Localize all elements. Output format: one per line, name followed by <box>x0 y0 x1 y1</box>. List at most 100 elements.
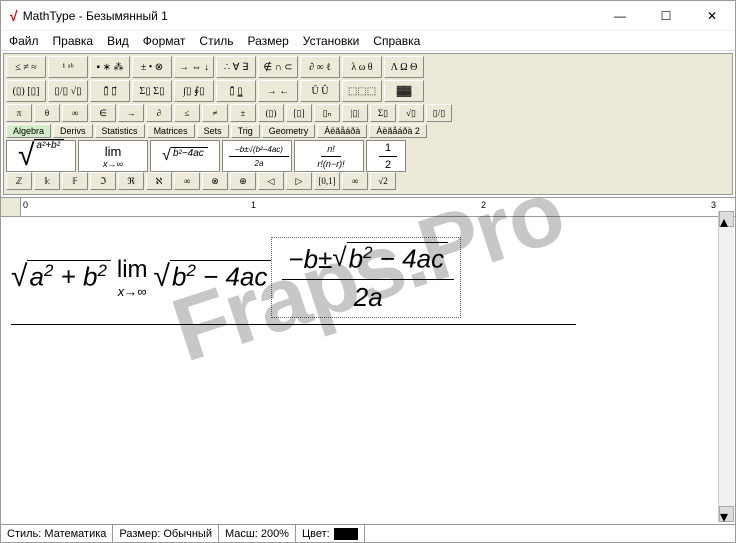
sym-otimes[interactable]: ⊗ <box>202 172 228 190</box>
quadratic-fraction-box[interactable]: −b ± √b2 − 4ac 2a <box>271 237 461 318</box>
template-half[interactable]: 12 <box>366 140 406 172</box>
menu-view[interactable]: Вид <box>107 34 129 48</box>
sym-inf2[interactable]: ∞ <box>174 172 200 190</box>
sym-element[interactable]: ∈ <box>90 104 116 122</box>
color-swatch[interactable] <box>334 528 358 540</box>
palette-embellish[interactable]: ▪ ∗ ⁂ <box>90 56 130 78</box>
sym-Im[interactable]: ℑ <box>90 172 116 190</box>
window-title: MathType - Безымянный 1 <box>23 9 597 23</box>
tab-trig[interactable]: Trig <box>231 124 260 138</box>
close-button[interactable]: ✕ <box>689 1 735 31</box>
tmpl-sqrt[interactable]: √▯ <box>398 104 424 122</box>
palette-logic[interactable]: ∴ ∀ ∃ <box>216 56 256 78</box>
vertical-scrollbar[interactable]: ▴ ▾ <box>718 211 734 522</box>
equation-editor[interactable]: √ a2 + b2 lim x→∞ √ b2 − 4ac −b ± √b2 − … <box>1 217 735 517</box>
palette-relations[interactable]: ≤ ≠ ≈ <box>6 56 46 78</box>
minimize-button[interactable]: — <box>597 1 643 31</box>
tmpl-brackets[interactable]: [▯] <box>286 104 312 122</box>
tmpl-abs[interactable]: |▯| <box>342 104 368 122</box>
tab-matrices[interactable]: Matrices <box>147 124 195 138</box>
template-pythagoras[interactable]: √a²+b² <box>6 140 76 172</box>
menu-size[interactable]: Размер <box>248 34 289 48</box>
menu-help[interactable]: Справка <box>373 34 420 48</box>
limit-expr[interactable]: lim x→∞ <box>117 256 148 299</box>
palette-set-theory[interactable]: ∉ ∩ ⊂ <box>258 56 298 78</box>
palette-misc[interactable]: ∂ ∞ ℓ <box>300 56 340 78</box>
sym-theta[interactable]: θ <box>34 104 60 122</box>
palette-boxes[interactable]: ▓▓ <box>384 80 424 102</box>
palette-greek-upper[interactable]: Λ Ω Θ <box>384 56 424 78</box>
quadratic-fraction[interactable]: −b ± √b2 − 4ac 2a <box>282 242 454 313</box>
template-limit[interactable]: limx→∞ <box>78 140 148 172</box>
tab-extra-2[interactable]: Àëãåáðà 2 <box>369 124 427 138</box>
sqrt-expr-1[interactable]: √ a2 + b2 <box>11 260 111 295</box>
template-combinations[interactable]: n!r!(n−r)! <box>294 140 364 172</box>
sym-inf3[interactable]: ∞ <box>342 172 368 190</box>
palette-subscripts[interactable]: ▯̄ ▯⃗ <box>90 80 130 102</box>
palette-fractions[interactable]: ▯/▯ √▯ <box>48 80 88 102</box>
sym-pi[interactable]: π <box>6 104 32 122</box>
palette-integrals[interactable]: ∫▯ ∮▯ <box>174 80 214 102</box>
sym-F[interactable]: 𝔽 <box>62 172 88 190</box>
ruler-horizontal[interactable]: 0 1 2 3 <box>21 198 735 216</box>
sym-partial[interactable]: ∂ <box>146 104 172 122</box>
status-color[interactable]: Цвет: <box>296 525 365 542</box>
sym-Re[interactable]: ℜ <box>118 172 144 190</box>
sym-pm[interactable]: ± <box>230 104 256 122</box>
tmpl-sub[interactable]: ▯ₙ <box>314 104 340 122</box>
tmpl-parens[interactable]: (▯) <box>258 104 284 122</box>
tmpl-sum[interactable]: Σ▯ <box>370 104 396 122</box>
sym-Z[interactable]: ℤ <box>6 172 32 190</box>
menu-style[interactable]: Стиль <box>199 34 233 48</box>
sym-sqrt2[interactable]: √2 <box>370 172 396 190</box>
palette-bars[interactable]: ▯̄ ▯̲ <box>216 80 256 102</box>
palette-matrices[interactable]: ⬚⬚⬚ <box>342 80 382 102</box>
palette-labeled-arrows[interactable]: → ← <box>258 80 298 102</box>
status-style: Стиль: Математика <box>1 525 113 542</box>
menu-bar: Файл Правка Вид Формат Стиль Размер Уста… <box>1 31 735 51</box>
sym-ltri[interactable]: ◁ <box>258 172 284 190</box>
sym-aleph[interactable]: ℵ <box>146 172 172 190</box>
menu-settings[interactable]: Установки <box>303 34 359 48</box>
palette-fences[interactable]: (▯) [▯] <box>6 80 46 102</box>
tab-sets[interactable]: Sets <box>197 124 229 138</box>
title-bar: √ MathType - Безымянный 1 — ☐ ✕ <box>1 1 735 31</box>
tab-extra-1[interactable]: Àëãåáðà <box>317 124 367 138</box>
status-bar: Стиль: Математика Размер: Обычный Масш: … <box>1 524 735 542</box>
scroll-up-button[interactable]: ▴ <box>719 211 734 227</box>
ruler: 0 1 2 3 <box>1 197 735 217</box>
sym-arrow[interactable]: → <box>118 104 144 122</box>
tab-algebra[interactable]: Algebra <box>6 124 51 138</box>
template-row: √a²+b² limx→∞ √b²−4ac −b±√(b²−4ac)2a n!r… <box>6 140 730 172</box>
sym-leq[interactable]: ≤ <box>174 104 200 122</box>
sqrt-expr-2[interactable]: √ b2 − 4ac <box>154 260 272 295</box>
tab-derivs[interactable]: Derivs <box>53 124 93 138</box>
palette-spaces[interactable]: ¹ ᵃᵇ <box>48 56 88 78</box>
menu-file[interactable]: Файл <box>9 34 39 48</box>
sym-rtri[interactable]: ▷ <box>286 172 312 190</box>
sym-infinity[interactable]: ∞ <box>62 104 88 122</box>
toolbar-row-3: π θ ∞ ∈ → ∂ ≤ ≠ ± (▯) [▯] ▯ₙ |▯| Σ▯ √▯ ▯… <box>6 104 730 122</box>
tab-geometry[interactable]: Geometry <box>262 124 316 138</box>
sym-neq[interactable]: ≠ <box>202 104 228 122</box>
sym-oplus[interactable]: ⊕ <box>230 172 256 190</box>
tmpl-frac[interactable]: ▯/▯ <box>426 104 452 122</box>
status-size: Размер: Обычный <box>113 525 219 542</box>
menu-edit[interactable]: Правка <box>53 34 94 48</box>
equation-line[interactable]: √ a2 + b2 lim x→∞ √ b2 − 4ac −b ± √b2 − … <box>11 237 576 325</box>
sym-k[interactable]: 𝕜 <box>34 172 60 190</box>
palette-sums[interactable]: Σ▯ Σ▯ <box>132 80 172 102</box>
tab-statistics[interactable]: Statistics <box>95 124 145 138</box>
maximize-button[interactable]: ☐ <box>643 1 689 31</box>
palette-products[interactable]: Ū Û <box>300 80 340 102</box>
sym-interval[interactable]: [0,1] <box>314 172 340 190</box>
menu-format[interactable]: Формат <box>143 34 186 48</box>
limit-subscript: x→∞ <box>118 284 147 299</box>
palette-greek-lower[interactable]: λ ω θ <box>342 56 382 78</box>
palette-arrows[interactable]: → ⇔ ↓ <box>174 56 214 78</box>
toolbar-row-2: (▯) [▯] ▯/▯ √▯ ▯̄ ▯⃗ Σ▯ Σ▯ ∫▯ ∮▯ ▯̄ ▯̲ →… <box>6 80 730 102</box>
template-discriminant[interactable]: √b²−4ac <box>150 140 220 172</box>
scroll-down-button[interactable]: ▾ <box>719 506 734 522</box>
palette-operators[interactable]: ± • ⊗ <box>132 56 172 78</box>
template-quadratic[interactable]: −b±√(b²−4ac)2a <box>222 140 292 172</box>
